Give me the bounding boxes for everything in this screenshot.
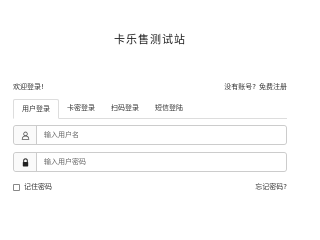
header: 卡乐售测试站: [0, 0, 300, 78]
tab-sms-login[interactable]: 短信登陆: [147, 99, 191, 118]
lock-icon: [14, 153, 37, 171]
remember-password: 记住密码: [13, 182, 52, 192]
password-field: [13, 152, 287, 172]
register-prompt: 没有账号? 免费注册: [224, 82, 287, 92]
forgot-password-link[interactable]: 忘记密码?: [255, 182, 287, 192]
form-footer: 记住密码 忘记密码?: [13, 181, 287, 193]
tab-card-login[interactable]: 卡密登录: [59, 99, 103, 118]
remember-label[interactable]: 记住密码: [24, 182, 52, 192]
username-field: [13, 125, 287, 145]
tab-user-login[interactable]: 用户登录: [13, 99, 59, 119]
username-input[interactable]: [37, 126, 286, 144]
user-icon: [14, 126, 37, 144]
welcome-text: 欢迎登录!: [13, 83, 44, 91]
tab-qr-login[interactable]: 扫码登录: [103, 99, 147, 118]
register-link[interactable]: 免费注册: [259, 82, 287, 92]
login-tabs: 用户登录 卡密登录 扫码登录 短信登陆: [13, 98, 287, 119]
remember-checkbox[interactable]: [13, 183, 20, 191]
welcome-row: 欢迎登录! 没有账号? 免费注册: [13, 81, 287, 93]
password-input[interactable]: [37, 153, 286, 171]
no-account-text: 没有账号?: [224, 83, 256, 91]
site-title: 卡乐售测试站: [114, 33, 186, 46]
